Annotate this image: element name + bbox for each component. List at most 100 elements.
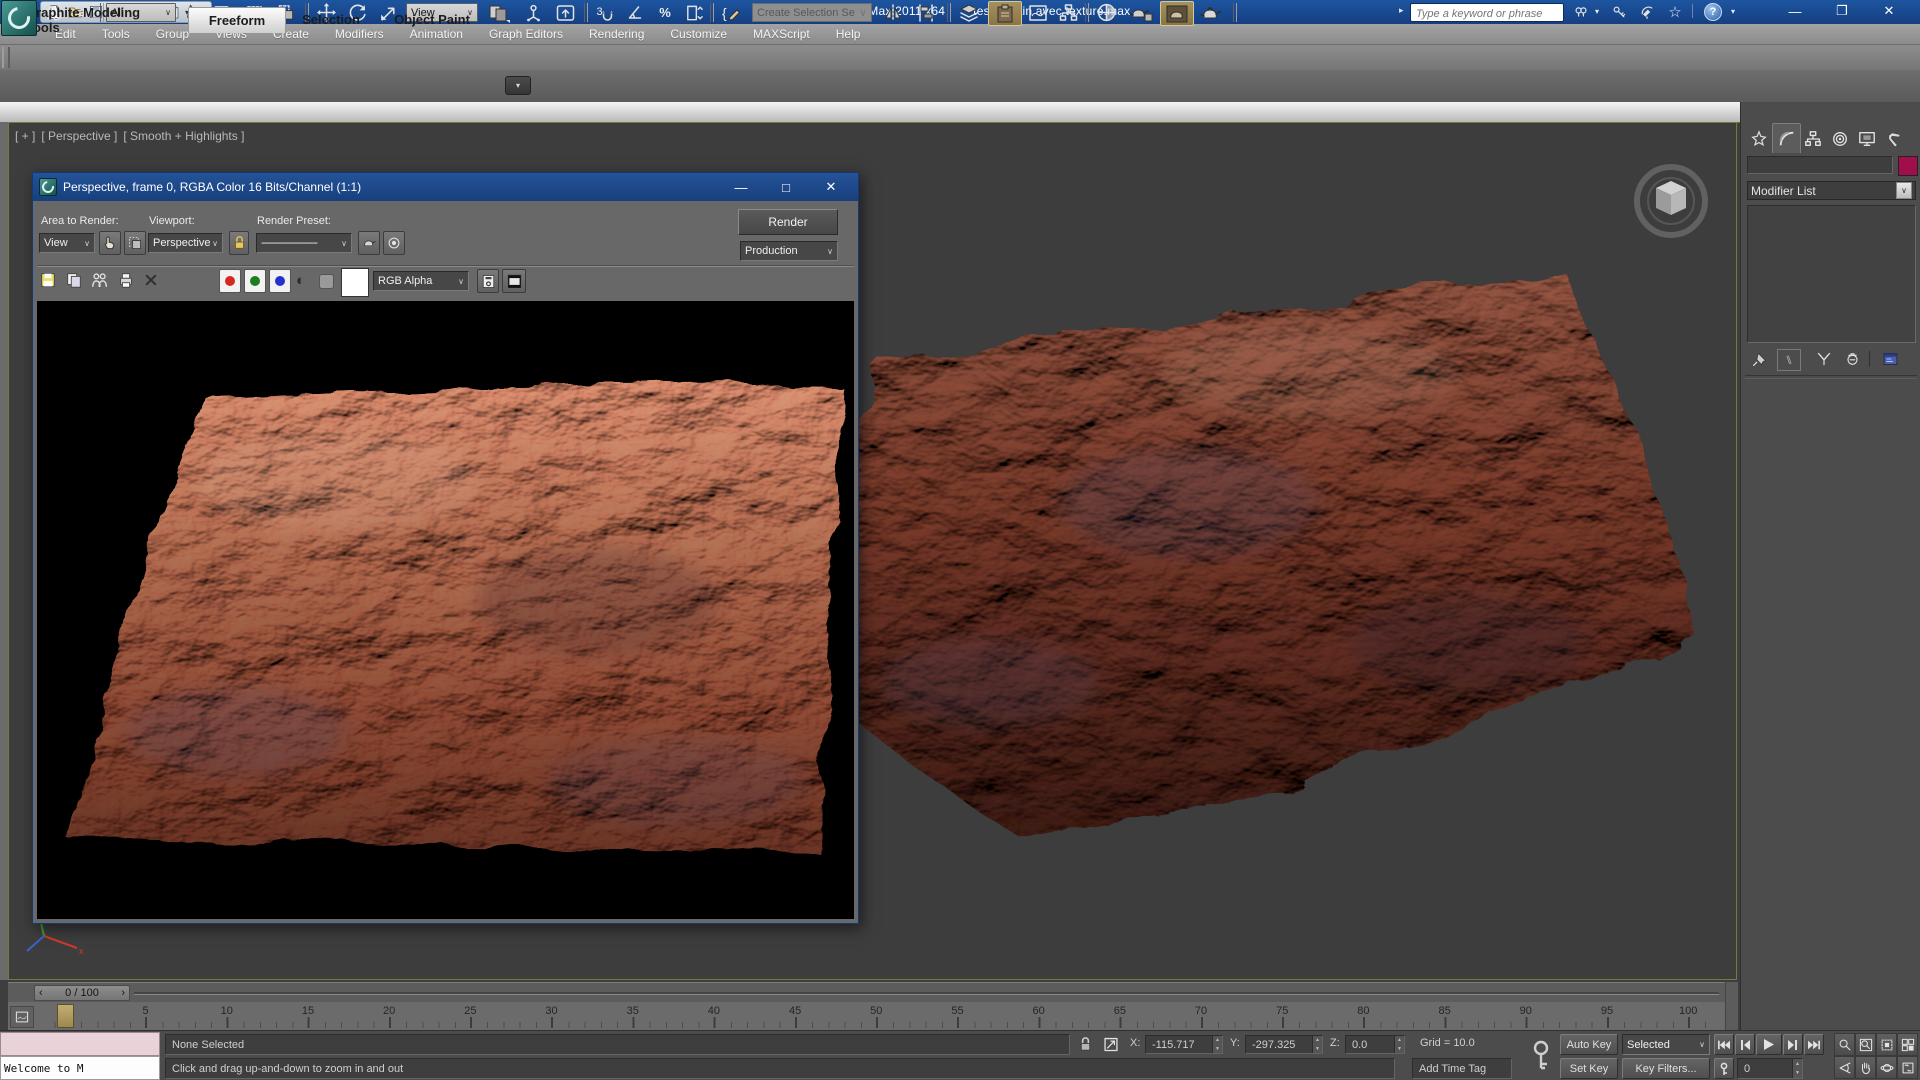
y-coord-field[interactable]: -297.325▲▼ xyxy=(1245,1035,1323,1054)
tab-display[interactable] xyxy=(1853,126,1880,152)
render-button[interactable]: Render xyxy=(738,209,838,235)
track-bar-ruler[interactable]: 5101520253035404550556065707580859095100 xyxy=(8,1002,1725,1031)
graphite-modeling-tools-toggle[interactable] xyxy=(988,1,1022,26)
search-button[interactable] xyxy=(1570,2,1592,21)
tab-graphite-modeling-tools[interactable]: Graphite Modeling Tools xyxy=(26,7,174,32)
keyboard-shortcut-override-icon[interactable] xyxy=(552,1,578,24)
render-setup-icon[interactable] xyxy=(1126,1,1156,24)
absolute-offset-toggle-icon[interactable] xyxy=(1102,1036,1120,1053)
menu-item[interactable]: Help xyxy=(823,27,874,41)
tab-hierarchy[interactable] xyxy=(1799,126,1826,152)
menu-item[interactable]: Rendering xyxy=(576,27,657,41)
red-channel-button[interactable] xyxy=(219,269,241,293)
rendered-image-canvas[interactable] xyxy=(37,301,854,919)
add-time-tag-field[interactable]: Add Time Tag xyxy=(1412,1058,1512,1079)
field-of-view-icon[interactable] xyxy=(1834,1056,1855,1079)
tab-freeform[interactable]: Freeform xyxy=(188,7,286,33)
window-close-button[interactable]: ✕ xyxy=(1869,0,1909,22)
mirror-icon[interactable] xyxy=(879,1,907,24)
z-coord-field[interactable]: 0.0▲▼ xyxy=(1345,1035,1405,1054)
slider-prev-icon[interactable]: ‹ xyxy=(39,987,43,999)
render-mode-dropdown[interactable]: Production∨ xyxy=(740,241,838,261)
zoom-icon[interactable] xyxy=(1834,1033,1855,1056)
show-end-result-icon[interactable]: ⑊ xyxy=(1777,349,1801,371)
tab-create[interactable] xyxy=(1745,126,1772,152)
communication-center-icon[interactable] xyxy=(1636,2,1658,21)
key-filters-button[interactable]: Key Filters... xyxy=(1622,1058,1710,1079)
select-and-manipulate-icon[interactable] xyxy=(520,1,546,24)
maxscript-mini-listener-pink[interactable] xyxy=(0,1032,160,1056)
save-image-icon[interactable] xyxy=(39,271,57,289)
application-menu-button[interactable] xyxy=(1,0,37,36)
percent-snap-toggle-icon[interactable]: % xyxy=(653,1,677,24)
favorites-star-icon[interactable]: ☆ xyxy=(1664,2,1686,21)
background-color-swatch[interactable] xyxy=(341,268,369,297)
pin-stack-icon[interactable] xyxy=(1749,349,1771,369)
key-mode-toggle-button[interactable] xyxy=(1714,1058,1734,1079)
previous-frame-button[interactable] xyxy=(1735,1034,1755,1055)
layer-manager-icon[interactable] xyxy=(955,1,983,24)
set-key-button[interactable]: Set Key xyxy=(1560,1058,1618,1079)
remove-modifier-icon[interactable] xyxy=(1841,349,1863,369)
configure-modifier-sets-icon[interactable] xyxy=(1879,349,1901,369)
maxscript-mini-listener-white[interactable]: Welcome to M xyxy=(0,1056,160,1080)
render-production-icon[interactable] xyxy=(1196,1,1226,24)
use-pivot-point-center-icon[interactable] xyxy=(484,1,514,24)
clear-image-icon[interactable] xyxy=(143,272,159,288)
alpha-channel-icon[interactable] xyxy=(319,274,334,289)
time-slider-track[interactable]: ‹ 0 / 100 › xyxy=(8,982,1725,1004)
rfw-viewport-dropdown[interactable]: Perspective∨ xyxy=(148,233,223,253)
subscription-center-icon[interactable] xyxy=(1608,2,1630,21)
menu-item[interactable]: Customize xyxy=(657,27,740,41)
edit-named-selection-sets-icon[interactable]: { xyxy=(717,1,745,24)
tab-utilities[interactable] xyxy=(1880,126,1907,152)
x-spinner[interactable]: ▲▼ xyxy=(1212,1036,1222,1053)
rendered-frame-window-toggle[interactable] xyxy=(1160,1,1194,26)
selection-set-dropdown[interactable]: Selected∨ xyxy=(1622,1034,1710,1055)
set-key-big-icon[interactable] xyxy=(1528,1039,1554,1073)
color-correction-button[interactable] xyxy=(502,269,526,293)
area-to-render-dropdown[interactable]: View∨ xyxy=(39,233,95,253)
rendered-frame-window[interactable]: Perspective, frame 0, RGBA Color 16 Bits… xyxy=(32,172,859,924)
rfw-maximize-button[interactable]: □ xyxy=(766,173,806,201)
menu-item[interactable]: Graph Editors xyxy=(476,27,576,41)
current-frame-field[interactable]: 0▲▼ xyxy=(1737,1058,1803,1079)
edit-region-button[interactable] xyxy=(99,231,121,255)
pan-hand-icon[interactable] xyxy=(1855,1056,1876,1079)
window-minimize-button[interactable]: — xyxy=(1775,0,1815,22)
help-icon[interactable]: ? xyxy=(1702,2,1724,21)
lock-viewport-icon[interactable] xyxy=(229,231,249,255)
window-restore-button[interactable]: ❐ xyxy=(1822,0,1862,22)
angle-snap-toggle-icon[interactable] xyxy=(622,1,648,24)
maximize-viewport-toggle-icon[interactable] xyxy=(1897,1056,1918,1079)
auto-region-button[interactable] xyxy=(124,231,146,255)
ribbon-minimize-dropdown[interactable]: ▾ xyxy=(505,76,531,95)
open-mini-curve-editor-button[interactable] xyxy=(10,1006,34,1028)
zoom-extents-icon[interactable] xyxy=(1876,1033,1897,1056)
clone-window-icon[interactable] xyxy=(91,271,109,289)
next-frame-button[interactable] xyxy=(1783,1034,1803,1055)
monochrome-channel-icon[interactable]: ◐ xyxy=(296,272,305,289)
tab-object-paint[interactable]: Object Paint xyxy=(392,7,472,32)
auto-key-button[interactable]: Auto Key xyxy=(1560,1034,1618,1055)
menu-item[interactable]: MAXScript xyxy=(740,27,823,41)
rfw-close-button[interactable]: ✕ xyxy=(811,173,851,201)
channel-display-dropdown[interactable]: RGB Alpha∨ xyxy=(373,271,469,291)
play-button[interactable] xyxy=(1756,1034,1782,1055)
green-channel-button[interactable] xyxy=(244,269,266,293)
make-unique-icon[interactable] xyxy=(1813,349,1835,369)
material-editor-icon[interactable] xyxy=(1092,1,1120,24)
render-setup-button[interactable] xyxy=(358,231,380,255)
copy-image-icon[interactable] xyxy=(65,271,83,289)
viewcube[interactable] xyxy=(1626,157,1716,247)
spinner-snap-toggle-icon[interactable] xyxy=(681,1,705,24)
snaps-toggle-icon[interactable]: 3 xyxy=(590,1,616,24)
tab-modify[interactable] xyxy=(1772,123,1801,153)
slider-next-icon[interactable]: › xyxy=(121,987,125,999)
object-name-field[interactable] xyxy=(1747,156,1893,174)
orbit-icon[interactable] xyxy=(1876,1056,1897,1079)
search-input[interactable] xyxy=(1411,6,1563,23)
tab-motion[interactable] xyxy=(1826,126,1853,152)
x-coord-field[interactable]: -115.717▲▼ xyxy=(1145,1035,1223,1054)
help-dropdown-icon[interactable]: ▾ xyxy=(1728,2,1738,21)
